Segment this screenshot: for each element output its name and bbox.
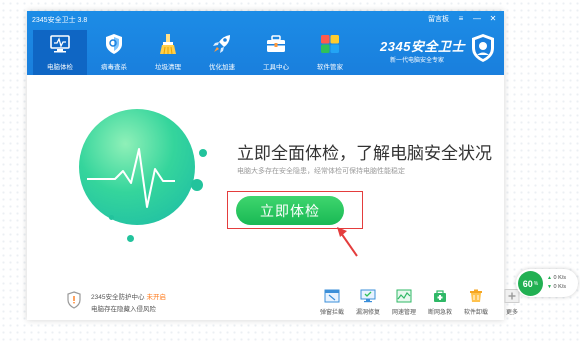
monitor-check-icon (50, 35, 70, 53)
tool-network-speed[interactable]: 网速管理 (386, 289, 422, 316)
brand-logo: 2345安全卫士 新一代电脑安全专家 (374, 31, 496, 71)
tool-label: 软件卸载 (463, 310, 488, 316)
main-nav: 电脑体检 病毒查杀 垃圾清理 优化加速 工具中心 软件管家 (33, 30, 357, 75)
window-controls: 留言板 ≡ — ✕ (428, 13, 499, 24)
uninstall-icon (470, 289, 482, 302)
menu-button[interactable]: ≡ (455, 13, 467, 24)
headline: 立即全面体检，了解电脑安全状况 (237, 144, 492, 163)
memory-usage-circle[interactable]: 60% (518, 271, 543, 296)
software-grid-icon (321, 35, 339, 53)
broom-icon (160, 34, 176, 55)
nav-item-optimize[interactable]: 优化加速 (195, 30, 249, 75)
nav-label: 软件管家 (317, 64, 343, 71)
nav-item-tool-center[interactable]: 工具中心 (249, 30, 303, 75)
subline: 电脑大多存在安全隐患，经常体检可保持电脑性能稳定 (237, 168, 405, 175)
tool-uninstall[interactable]: 软件卸载 (458, 289, 494, 316)
download-speed-value: 0 K/s (553, 284, 567, 290)
upload-speed: ▲ 0 K/s (547, 275, 566, 281)
nav-item-virus-scan[interactable]: 病毒查杀 (87, 30, 141, 75)
vulnerability-fix-icon (360, 289, 376, 303)
decor-dot (127, 235, 134, 242)
decor-dot (199, 149, 207, 157)
nav-label: 垃圾清理 (155, 64, 181, 71)
protection-title-text: 2345安全防护中心 (91, 294, 145, 301)
health-graphic (79, 109, 207, 242)
nav-item-junk-clean[interactable]: 垃圾清理 (141, 30, 195, 75)
nav-label: 电脑体检 (47, 64, 73, 71)
floating-speed-widget[interactable]: 60% ▲ 0 K/s ▼ 0 K/s (516, 269, 578, 297)
protection-title: 2345安全防护中心 未开启 (91, 291, 166, 301)
minimize-button[interactable]: — (471, 13, 483, 24)
rocket-icon (213, 35, 230, 53)
protection-subtitle: 电脑存在隐藏入侵风险 (91, 306, 156, 313)
app-window: 2345安全卫士 3.8 留言板 ≡ — ✕ 电脑体检 病毒查杀 垃圾清理 优化… (27, 11, 520, 320)
decor-dot (109, 215, 114, 220)
tool-vulnerability-fix[interactable]: 漏洞修复 (350, 289, 386, 316)
nav-label: 优化加速 (209, 64, 235, 71)
annotation-arrow-icon (337, 227, 358, 257)
upload-speed-value: 0 K/s (553, 275, 567, 281)
toolbox-icon (267, 35, 285, 52)
shield-scan-icon (106, 34, 122, 54)
network-speed-icon (396, 289, 412, 303)
download-arrow-icon: ▼ (547, 284, 552, 290)
memory-percent: 60 (522, 278, 533, 289)
memory-percent-unit: % (533, 280, 539, 287)
brand-name: 2345安全卫士 (380, 39, 465, 54)
brand-slogan: 新一代电脑安全专家 (390, 58, 445, 64)
tool-network-rescue[interactable]: 断网急救 (422, 289, 458, 316)
heartbeat-line-icon (87, 148, 175, 208)
nav-label: 病毒查杀 (101, 64, 127, 71)
protection-status[interactable]: 未开启 (146, 294, 166, 301)
title-bar: 2345安全卫士 3.8 留言板 ≡ — ✕ 电脑体检 病毒查杀 垃圾清理 优化… (27, 11, 504, 75)
feedback-link[interactable]: 留言板 (428, 13, 449, 24)
popup-block-icon (324, 289, 340, 303)
nav-label: 工具中心 (263, 64, 289, 71)
check-now-button[interactable]: 立即体检 (236, 196, 344, 225)
app-title: 2345安全卫士 3.8 (32, 17, 88, 24)
tool-label: 漏洞修复 (355, 310, 380, 316)
nav-item-software-manager[interactable]: 软件管家 (303, 30, 357, 75)
tool-popup-block[interactable]: 弹窗拦截 (314, 289, 350, 316)
nav-item-pc-checkup[interactable]: 电脑体检 (33, 30, 87, 75)
quick-tools: 弹窗拦截 漏洞修复 网速管理 断网急救 软件卸载 更多 (314, 289, 530, 316)
tool-label: 弹窗拦截 (319, 310, 344, 316)
tool-label: 更多 (505, 310, 518, 316)
network-rescue-icon (434, 290, 446, 302)
tool-label: 网速管理 (391, 310, 416, 316)
tool-label: 断网急救 (427, 310, 452, 316)
decor-dot (191, 179, 203, 191)
upload-arrow-icon: ▲ (547, 275, 552, 281)
brand-shield-icon (472, 34, 494, 62)
close-button[interactable]: ✕ (487, 13, 499, 24)
shield-alert-icon (67, 291, 81, 309)
download-speed: ▼ 0 K/s (547, 284, 566, 290)
